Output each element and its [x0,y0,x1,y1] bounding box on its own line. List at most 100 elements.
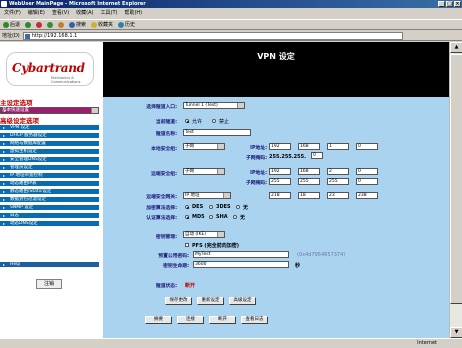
remote-group-select[interactable]: 子网 [183,168,225,175]
advanced-button[interactable]: 高级设定 [229,297,256,305]
remote-ip-4[interactable]: 0 [356,168,378,175]
auth-md5-radio[interactable] [185,215,189,219]
pfs-checkbox[interactable] [185,243,189,247]
menu-tools[interactable]: 工具(T) [101,9,118,18]
sidebar-item-4[interactable]: 安全管理DNS设定 [0,156,99,163]
sidebar-item-5[interactable]: 管理员设定 [0,164,99,171]
scroll-up-arrow-icon[interactable]: ▲ [450,42,462,53]
address-input[interactable]: http://192.168.1.1 [22,31,403,40]
favorites-button[interactable]: 收藏夹 [91,21,113,28]
sidebar-item-12[interactable]: 动态DNS设定 [0,220,99,227]
logout-button[interactable]: 注销 [36,279,62,289]
lifetime-input[interactable]: 3600 [193,261,289,268]
save-button[interactable]: 保存更改 [165,297,192,305]
encrypt-3des-radio[interactable] [209,205,213,209]
sidebar-item-11[interactable]: 日志 [0,212,99,219]
back-button[interactable]: 后退 [3,21,20,28]
remote-mask-2[interactable]: 255 [298,178,320,185]
encrypt-des-label: DES [192,204,204,210]
sidebar-item-3[interactable]: 虚拟主机设定 [0,148,99,155]
auth-none-label: 无 [240,215,246,221]
forward-button[interactable] [25,21,32,28]
history-button[interactable]: 历史 [118,21,135,28]
sidebar-item-9[interactable]: 数据封包过滤设定 [0,196,99,203]
pfs-label: PFS (完全前向加密) [192,243,239,249]
local-group-select[interactable]: 子网 [183,143,225,150]
scroll-thumb[interactable] [450,54,462,304]
minimize-button[interactable]: _ [438,1,445,7]
encrypt-des-radio[interactable] [185,205,189,209]
sidebar-item-0[interactable]: VPN 设定 [0,124,99,131]
sidebar-item-8[interactable]: 静态路由/Static设定 [0,188,99,195]
title-bar: WebUser MainPage - Microsoft Internet Ex… [0,0,462,8]
address-label: 地址(D) [2,33,20,39]
menu-view[interactable]: 查看(V) [52,9,69,18]
remote-gw-ip-2[interactable]: 18 [298,192,320,199]
tunnel-name-label: 隧道名称: [155,132,177,137]
remote-gw-ip-3[interactable]: 23 [327,192,349,199]
psk-input[interactable]: MyTest [193,251,289,258]
refresh-icon [47,21,54,28]
connect-button[interactable]: 连接 [177,316,204,324]
status-bar: Internet [0,338,462,347]
sidebar-item-6[interactable]: IP 地址带宽控制 [0,172,99,179]
history-icon [118,21,125,28]
remote-ip-1[interactable]: 192 [269,168,291,175]
sidebar-item-7[interactable]: 动态路由IP表 [0,180,99,187]
close-button[interactable]: × [454,1,461,7]
remote-ip-2[interactable]: 168 [298,168,320,175]
reset-button[interactable]: 重新设定 [197,297,224,305]
psk-hex-hint: (0x4d7954657374) [297,252,346,258]
local-ip-2[interactable]: 168 [298,143,320,150]
remote-gw-ip-4[interactable]: 238 [356,192,378,199]
tunnel-name-input[interactable]: Test [183,129,251,136]
local-ip-4[interactable]: 0 [356,143,378,150]
vertical-scrollbar[interactable]: ▲ ▼ [449,42,462,338]
local-ip-1[interactable]: 192 [269,143,291,150]
stop-button[interactable] [36,21,43,28]
remote-mask-1[interactable]: 255 [269,178,291,185]
encrypt-none-radio[interactable] [236,205,240,209]
menu-file[interactable]: 文件(F) [4,9,21,18]
scroll-down-arrow-icon[interactable]: ▼ [450,327,462,338]
remote-gw-ip-1[interactable]: 218 [269,192,291,199]
sidebar-item-help[interactable]: Help [0,261,99,268]
local-ip-label: IP地址: [250,146,267,151]
remote-ip-3[interactable]: 2 [327,168,349,175]
remote-mask-label: 子网掩码: [245,181,267,186]
local-mask-last[interactable]: 0 [311,152,323,159]
menu-help[interactable]: 帮助(H) [124,9,142,18]
maximize-button[interactable]: □ [446,1,453,7]
enable-radio[interactable] [185,119,189,123]
home-icon [58,21,65,28]
home-button[interactable] [58,21,65,28]
summary-button[interactable]: 摘要 [145,316,172,324]
refresh-button[interactable] [47,21,54,28]
sidebar-item-basic[interactable]: 基本快速设置 [0,107,99,114]
key-mgmt-select[interactable]: 自动 (IKE) [183,231,225,238]
menu-bar: 文件(F) 编辑(E) 查看(V) 收藏(A) 工具(T) 帮助(H) [0,9,462,18]
sidebar-item-2[interactable]: 网络与数据库配置 [0,140,99,147]
local-ip-3[interactable]: 1 [327,143,349,150]
remote-gw-select[interactable]: IP 地址 [183,192,231,199]
auth-none-radio[interactable] [233,215,237,219]
auth-sha-radio[interactable] [209,215,213,219]
tunnel-select[interactable]: Tunnel 1 (Test) [183,102,245,109]
page-title: VPN 设定 [103,42,449,97]
enable-label: 允许 [192,119,203,125]
toolbar: 后退 搜索 收藏夹 历史 [0,19,462,30]
menu-edit[interactable]: 编辑(E) [28,9,45,18]
remote-mask-4[interactable]: 0 [356,178,378,185]
search-button[interactable]: 搜索 [69,21,86,28]
menu-favorites[interactable]: 收藏(A) [76,9,93,18]
lifetime-unit: 秒 [295,263,301,269]
remote-mask-3[interactable]: 255 [327,178,349,185]
view-log-button[interactable]: 查看日志 [241,316,268,324]
sidebar-item-1[interactable]: DHCP 服务器设定 [0,132,99,139]
sidebar-item-10[interactable]: SNMP 设定 [0,204,99,211]
remote-gw-label: 远端安全网关: [146,195,177,200]
select-tunnel-label: 选择隧道入口: [146,105,177,110]
disable-radio[interactable] [212,119,216,123]
auth-md5-label: MD5 [192,214,205,220]
disconnect-button[interactable]: 断开 [209,316,236,324]
